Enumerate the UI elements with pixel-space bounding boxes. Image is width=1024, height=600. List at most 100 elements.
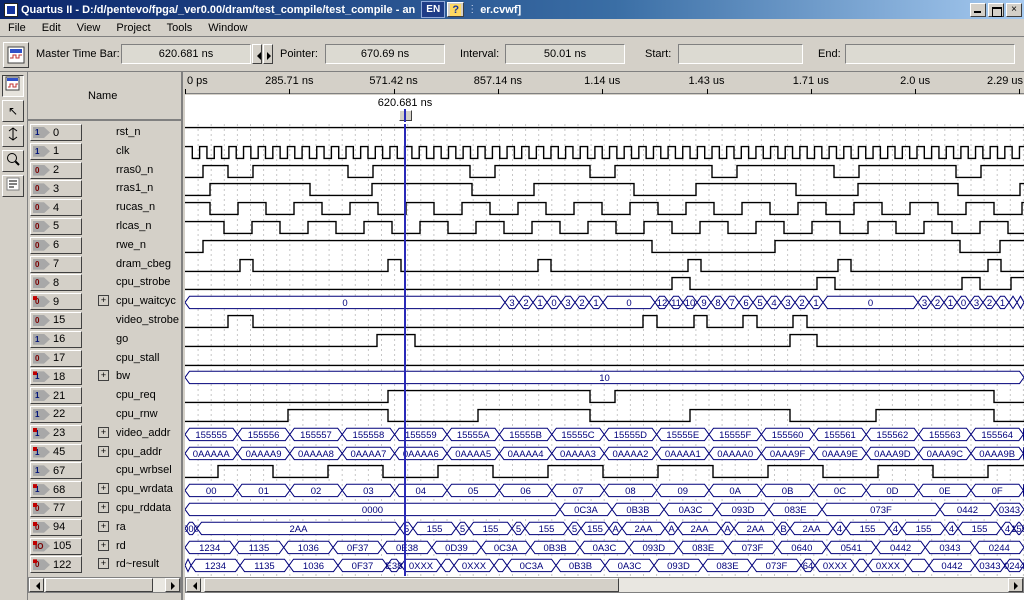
signal-select-button[interactable]: 121 <box>30 387 82 404</box>
expand-toggle-icon[interactable]: + <box>98 540 109 551</box>
signal-select-button[interactable]: 118 <box>30 368 82 385</box>
signal-select-button[interactable]: 03 <box>30 180 82 197</box>
expand-toggle-icon[interactable]: + <box>98 295 109 306</box>
end-field[interactable] <box>845 44 1015 64</box>
time-ruler[interactable]: 0 ps285.71 ns571.42 ns857.14 ns1.14 us1.… <box>185 72 1024 122</box>
expand-toggle-icon[interactable]: + <box>98 502 109 513</box>
master-time-bar-field[interactable]: 620.681 ns <box>121 44 251 64</box>
maximize-button[interactable] <box>988 3 1004 17</box>
signal-select-button[interactable]: 015 <box>30 312 82 329</box>
signal-select-button[interactable]: 168 <box>30 481 82 498</box>
wave-rras1_n[interactable] <box>185 180 1024 199</box>
wave-cpu_addr[interactable]: 0AAAAA0AAAA90AAAA80AAAA70AAAA60AAAA50AAA… <box>185 444 1024 463</box>
scroll-left-icon[interactable] <box>186 578 201 592</box>
expand-toggle-icon[interactable]: + <box>98 427 109 438</box>
signal-select-button[interactable]: 0122 <box>30 556 82 573</box>
waveform-editor-icon[interactable] <box>2 75 24 97</box>
wave-scroll-thumb[interactable] <box>204 578 619 592</box>
menu-edit[interactable]: Edit <box>34 20 69 36</box>
signal-select-button[interactable]: 122 <box>30 406 82 423</box>
wave-video_strobe[interactable] <box>185 312 1024 331</box>
waveform-rows[interactable]: 03210321012111098765432103210321 10 155555… <box>185 124 1024 576</box>
signal-select-button[interactable]: 017 <box>30 350 82 367</box>
wave-video_addr[interactable]: 15555515555615555715555815555915555A1555… <box>185 425 1024 444</box>
scroll-right-icon[interactable] <box>165 578 180 592</box>
cursor-band[interactable]: 620.681 ns <box>185 95 1024 122</box>
signal-select-button[interactable]: IO105 <box>30 538 82 555</box>
wave-cpu_stall[interactable] <box>185 350 1024 369</box>
names-horizontal-scrollbar[interactable] <box>28 577 181 593</box>
expand-toggle-icon[interactable]: + <box>98 521 109 532</box>
signal-select-button[interactable]: 116 <box>30 331 82 348</box>
signal-select-button[interactable]: 077 <box>30 500 82 517</box>
wave-cpu_strobe[interactable] <box>185 274 1024 293</box>
wave-rras0_n[interactable] <box>185 162 1024 181</box>
wave-bw[interactable]: 10 <box>185 368 1024 387</box>
wave-rd~result[interactable]: 1234113510360F37E380XXX0XXX0C3A0B3B0A3C0… <box>185 556 1024 575</box>
signal-select-button[interactable]: 10 <box>30 124 82 141</box>
in-pin-icon: 1 <box>33 390 50 401</box>
language-bar-grip-icon[interactable]: ⋮ <box>467 4 477 15</box>
start-field[interactable] <box>678 44 803 64</box>
signal-select-button[interactable]: 09 <box>30 293 82 310</box>
names-scroll-thumb[interactable] <box>45 578 153 592</box>
wave-cpu_req[interactable] <box>185 387 1024 406</box>
master-time-spin-left-icon[interactable] <box>252 44 262 64</box>
language-help-icon[interactable]: ? <box>447 2 464 17</box>
wave-clk[interactable] <box>185 143 1024 162</box>
master-time-cursor[interactable] <box>404 124 406 576</box>
waveform-report-icon[interactable] <box>3 42 29 68</box>
zoom-tool-icon[interactable] <box>2 150 24 172</box>
menu-tools[interactable]: Tools <box>159 20 201 36</box>
scroll-left-icon[interactable] <box>29 578 44 592</box>
wave-cpu_rnw[interactable] <box>185 406 1024 425</box>
signal-select-button[interactable]: 06 <box>30 237 82 254</box>
scroll-right-icon[interactable] <box>1008 578 1023 592</box>
signal-select-button[interactable]: 094 <box>30 519 82 536</box>
wave-cpu_rddata[interactable]: 00000C3A0B3B0A3C093D083E073F04420343 <box>185 500 1024 519</box>
wave-cpu_wrdata[interactable]: 000102030405060708090A0B0C0D0E0F <box>185 481 1024 500</box>
menu-project[interactable]: Project <box>108 20 158 36</box>
wave-rlcas_n[interactable] <box>185 218 1024 237</box>
pointer-label: Pointer: <box>280 48 318 60</box>
signal-select-button[interactable]: 145 <box>30 444 82 461</box>
menu-window[interactable]: Window <box>200 20 255 36</box>
master-time-spin-right-icon[interactable] <box>263 44 273 64</box>
wave-rst_n[interactable] <box>185 124 1024 143</box>
menu-view[interactable]: View <box>69 20 109 36</box>
wave-dram_cbeg[interactable] <box>185 256 1024 275</box>
svg-text:A: A <box>668 524 675 535</box>
signal-select-button[interactable]: 08 <box>30 274 82 291</box>
minimize-button[interactable] <box>970 3 986 17</box>
menu-file[interactable]: File <box>0 20 34 36</box>
wave-rd[interactable]: 1234113510360F370E380D390C3A0B3B0A3C093D… <box>185 538 1024 557</box>
expand-toggle-icon[interactable]: + <box>98 370 109 381</box>
wave-rwe_n[interactable] <box>185 237 1024 256</box>
wave-ra[interactable]: 0002AA5155515551555155A2AAA2AAA2AAB2AA41… <box>185 519 1024 538</box>
expand-toggle-icon[interactable]: + <box>98 483 109 494</box>
expand-toggle-icon[interactable]: + <box>98 558 109 569</box>
signal-select-button[interactable]: 11 <box>30 143 82 160</box>
wave-cpu_waitcyc[interactable]: 03210321012111098765432103210321 <box>185 293 1024 312</box>
signal-select-button[interactable]: 167 <box>30 462 82 479</box>
svg-text:0B3B: 0B3B <box>569 561 592 572</box>
wave-rucas_n[interactable] <box>185 199 1024 218</box>
language-indicator[interactable]: EN <box>421 1 445 18</box>
expand-toggle-icon[interactable]: + <box>98 446 109 457</box>
waveform-panel[interactable]: 0 ps285.71 ns571.42 ns857.14 ns1.14 us1.… <box>185 72 1024 600</box>
close-button[interactable]: × <box>1006 3 1022 17</box>
signal-name-label: rlcas_n <box>116 220 151 232</box>
wave-cpu_wrbsel[interactable] <box>185 462 1024 481</box>
time-bar-tool-icon[interactable] <box>2 125 24 147</box>
signal-select-button[interactable]: 123 <box>30 425 82 442</box>
signal-select-button[interactable]: 07 <box>30 256 82 273</box>
wave-go[interactable] <box>185 331 1024 350</box>
signal-select-button[interactable]: 04 <box>30 199 82 216</box>
selection-tool-icon[interactable]: ↖ <box>2 100 24 122</box>
text-tool-icon[interactable] <box>2 175 24 197</box>
wave-horizontal-scrollbar[interactable] <box>185 577 1024 593</box>
signal-select-button[interactable]: 02 <box>30 162 82 179</box>
signal-row-cpu_req: 121cpu_req <box>28 386 181 405</box>
signal-select-button[interactable]: 05 <box>30 218 82 235</box>
svg-text:0A3C: 0A3C <box>593 543 617 554</box>
